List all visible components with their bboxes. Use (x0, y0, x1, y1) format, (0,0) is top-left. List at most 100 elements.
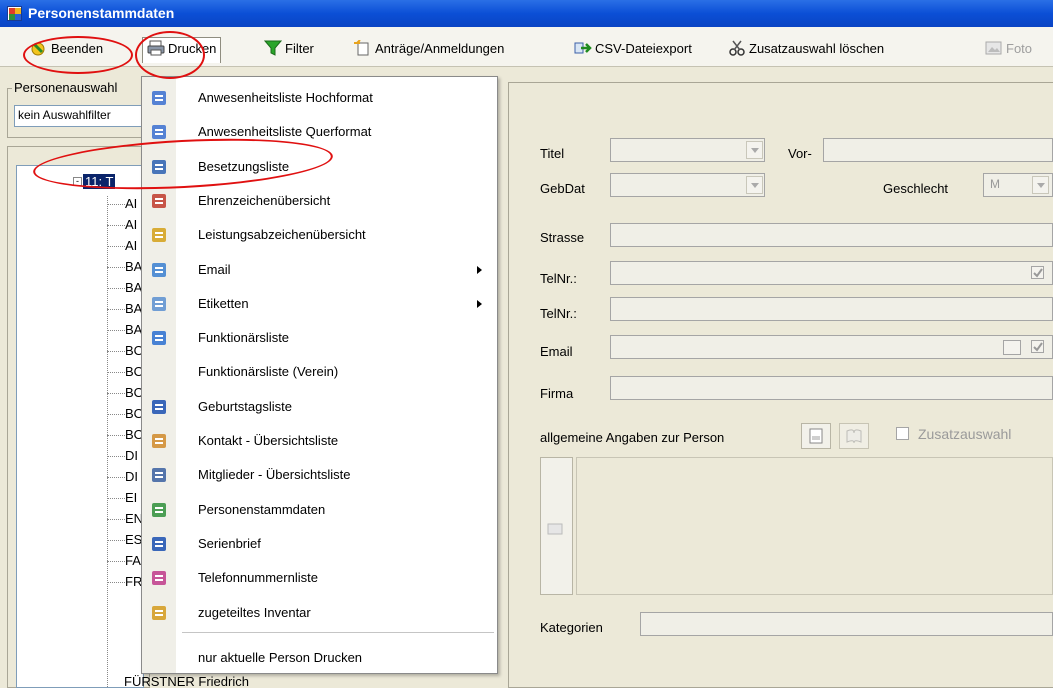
telnr1-label: TelNr.: (540, 271, 577, 286)
window-titlebar: Personenstammdaten (0, 0, 1053, 27)
tree-item[interactable]: DI (125, 448, 138, 463)
tree-branch-line (107, 582, 125, 583)
tree-branch-line (107, 246, 125, 247)
chevron-down-icon[interactable] (1032, 176, 1049, 194)
foto-button[interactable]: Foto (985, 38, 1032, 60)
filter-button[interactable]: Filter (263, 38, 314, 60)
person-tree[interactable]: - 11: T AI AI AI BA BA BA BA BO BO BO BO BO DI DI EI EN… (16, 165, 144, 688)
calendar-icon (150, 398, 168, 416)
tree-item[interactable]: BA (125, 301, 142, 316)
word-document-icon (150, 535, 168, 553)
strasse-label: Strasse (540, 230, 585, 245)
tree-branch-line (107, 372, 125, 373)
menu-item-11[interactable]: Kontakt - Übersichtsliste (142, 424, 497, 458)
strasse-input[interactable] (610, 223, 1053, 247)
phone-list-icon (150, 569, 168, 587)
tree-branch-line (107, 204, 125, 205)
tree-branch-line (107, 267, 125, 268)
email-send-icon[interactable] (1003, 340, 1021, 355)
tree-branch-line (107, 456, 125, 457)
menu-item-15[interactable]: Telefonnummernliste (142, 561, 497, 595)
menu-item-4[interactable]: Ehrenzeichenübersicht (142, 184, 497, 218)
menu-item-1[interactable]: Anwesenheitsliste Hochformat (142, 81, 497, 115)
tree-item[interactable]: BA (125, 322, 142, 337)
email-checkbox[interactable] (1031, 340, 1044, 353)
tree-item[interactable]: EI (125, 490, 137, 505)
envelope-icon (150, 261, 168, 279)
kategorien-label: Kategorien (540, 620, 603, 635)
chevron-down-icon[interactable] (746, 176, 763, 194)
telnr1-input[interactable] (610, 261, 1053, 285)
tree-item-bottom[interactable]: FÜRSTNER Friedrich (124, 674, 249, 688)
zusatzauswahl-checkbox[interactable] (896, 427, 909, 440)
zusatzauswahl-label: Zusatzauswahl (918, 426, 1012, 442)
panel-icon (547, 523, 563, 535)
menu-item-9[interactable]: Funktionärsliste (Verein) (142, 355, 497, 389)
app-icon (7, 6, 22, 21)
geschlecht-label: Geschlecht (883, 181, 949, 196)
tree-item[interactable]: BA (125, 259, 142, 274)
menu-item-13[interactable]: Personenstammdaten (142, 493, 497, 527)
firma-input[interactable] (610, 376, 1053, 400)
tree-branch-line (107, 351, 125, 352)
highlight-ellipse-beenden (23, 36, 133, 74)
menu-item-nur-aktuelle-person[interactable]: nur aktuelle Person Drucken (142, 641, 497, 675)
gebdat-picker[interactable] (610, 173, 765, 197)
book-icon (846, 429, 862, 444)
vorname-label: Vor- (788, 146, 812, 161)
telnr1-checkbox[interactable] (1031, 266, 1044, 279)
vorname-input[interactable] (823, 138, 1053, 162)
menu-item-12[interactable]: Mitglieder - Übersichtsliste (142, 458, 497, 492)
window-title: Personenstammdaten (28, 5, 175, 21)
tree-guide-line (107, 196, 108, 687)
document-button[interactable] (801, 423, 831, 449)
book-button[interactable] (839, 423, 869, 449)
auswahlfilter-combo[interactable]: kein Auswahlfilter (14, 105, 146, 127)
tree-item[interactable]: FA (125, 553, 141, 568)
person-icon (150, 501, 168, 519)
allgemeine-angaben-label: allgemeine Angaben zur Person (540, 430, 725, 445)
menu-item-16[interactable]: zugeteiltes Inventar (142, 596, 497, 630)
menu-item-14[interactable]: Serienbrief (142, 527, 497, 561)
titel-label: Titel (540, 146, 565, 161)
tree-item[interactable]: AI (125, 238, 137, 253)
personenauswahl-label: Personenauswahl (12, 80, 148, 95)
tree-item[interactable]: ES (125, 532, 142, 547)
inventory-icon (150, 604, 168, 622)
document-icon (809, 428, 823, 444)
menu-separator (182, 632, 494, 633)
side-panel-button[interactable] (540, 457, 573, 595)
email-input[interactable] (610, 335, 1053, 359)
photo-icon (985, 40, 1003, 56)
titel-combo[interactable] (610, 138, 765, 162)
tree-item[interactable]: BA (125, 280, 142, 295)
badge-icon (150, 226, 168, 244)
highlight-ellipse-drucken (135, 31, 205, 79)
tree-branch-line (107, 330, 125, 331)
tree-branch-line (107, 414, 125, 415)
export-arrow-icon (574, 40, 592, 56)
tree-branch-line (107, 288, 125, 289)
antraege-button[interactable]: Anträge/Anmeldungen (354, 38, 504, 60)
csv-export-button[interactable]: CSV-Dateiexport (574, 38, 692, 60)
chevron-down-icon[interactable] (746, 141, 763, 159)
tree-item[interactable]: AI (125, 217, 137, 232)
tree-item[interactable]: DI (125, 469, 138, 484)
tree-item[interactable]: FR (125, 574, 142, 589)
geschlecht-combo[interactable]: M (983, 173, 1053, 197)
menu-item-5[interactable]: Leistungsabzeichenübersicht (142, 218, 497, 252)
scissors-icon (728, 40, 746, 56)
telnr2-input[interactable] (610, 297, 1053, 321)
zusatzauswahl-loeschen-button[interactable]: Zusatzauswahl löschen (728, 38, 884, 60)
submenu-arrow-icon (477, 299, 482, 308)
tree-branch-line (107, 519, 125, 520)
menu-item-10[interactable]: Geburtstagsliste (142, 390, 497, 424)
menu-item-8[interactable]: Funktionärsliste (142, 321, 497, 355)
tree-branch-line (107, 225, 125, 226)
kategorien-input[interactable] (640, 612, 1053, 636)
submenu-arrow-icon (477, 265, 482, 274)
medal-icon (150, 192, 168, 210)
menu-item-6[interactable]: Email (142, 253, 497, 287)
menu-item-7[interactable]: Etiketten (142, 287, 497, 321)
tree-item[interactable]: AI (125, 196, 137, 211)
